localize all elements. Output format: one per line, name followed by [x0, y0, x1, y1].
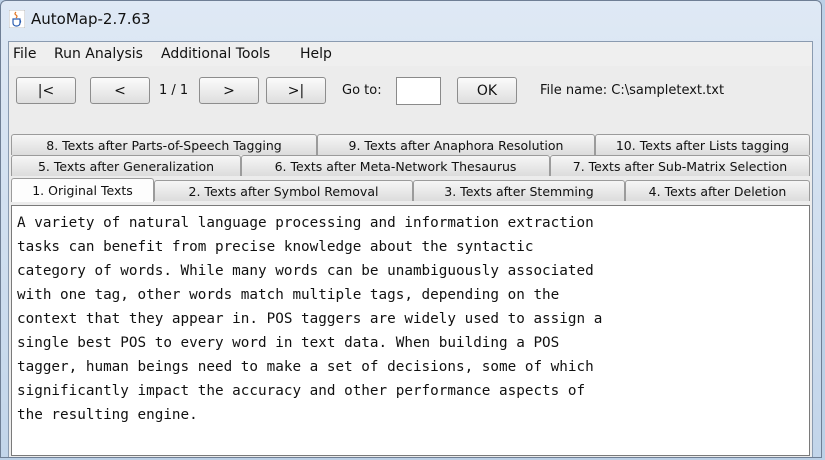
- tab-lists-tagging[interactable]: 10. Texts after Lists tagging: [595, 134, 810, 155]
- first-page-button[interactable]: |<: [16, 77, 76, 104]
- tab-generalization[interactable]: 5. Texts after Generalization: [11, 155, 241, 176]
- text-line: single best POS to every word in text da…: [17, 335, 560, 351]
- text-line: A variety of natural language processing…: [17, 215, 594, 231]
- navigation-toolbar: |< < 1 / 1 > >| Go to: OK File name: C:\…: [9, 72, 812, 112]
- menu-help[interactable]: Help: [300, 46, 332, 62]
- previous-page-button[interactable]: <: [90, 77, 150, 104]
- tab-deletion[interactable]: 4. Texts after Deletion: [625, 180, 810, 201]
- original-text: A variety of natural language processing…: [17, 211, 809, 427]
- tab-meta-network-thesaurus[interactable]: 6. Texts after Meta-Network Thesaurus: [241, 155, 550, 176]
- last-page-button[interactable]: >|: [266, 77, 326, 104]
- text-line: tasks can benefit from precise knowledge…: [17, 239, 534, 255]
- app-window: AutoMap-2.7.63 File Run Analysis Additio…: [0, 0, 822, 458]
- ok-button[interactable]: OK: [457, 77, 517, 104]
- tab-stemming[interactable]: 3. Texts after Stemming: [413, 180, 625, 201]
- menu-file[interactable]: File: [13, 46, 36, 62]
- goto-label: Go to:: [342, 83, 382, 98]
- goto-input[interactable]: [396, 77, 441, 105]
- text-line: significantly impact the accuracy and ot…: [17, 383, 586, 399]
- menu-bar: File Run Analysis Additional Tools Help: [9, 42, 812, 66]
- tab-original-texts[interactable]: 1. Original Texts: [11, 178, 154, 202]
- tab-symbol-removal[interactable]: 2. Texts after Symbol Removal: [154, 180, 413, 201]
- menu-run-analysis[interactable]: Run Analysis: [54, 46, 143, 62]
- file-name-label: File name: C:\sampletext.txt: [540, 83, 725, 98]
- text-line: the resulting engine.: [17, 407, 198, 423]
- tab-anaphora-resolution[interactable]: 9. Texts after Anaphora Resolution: [317, 134, 595, 155]
- title-bar[interactable]: AutoMap-2.7.63: [1, 1, 821, 41]
- next-page-button[interactable]: >: [199, 77, 259, 104]
- window-title: AutoMap-2.7.63: [31, 10, 151, 28]
- tab-sub-matrix-selection[interactable]: 7. Texts after Sub-Matrix Selection: [550, 155, 810, 176]
- java-cup-icon: [9, 10, 25, 28]
- menu-additional-tools[interactable]: Additional Tools: [161, 46, 270, 62]
- text-line: tagger, human beings need to make a set …: [17, 359, 594, 375]
- page-indicator: 1 / 1: [159, 83, 189, 98]
- text-line: context that they appear in. POS taggers…: [17, 311, 603, 327]
- text-line: with one tag, other words match multiple…: [17, 287, 560, 303]
- tab-pos-tagging[interactable]: 8. Texts after Parts-of-Speech Tagging: [11, 134, 317, 155]
- client-area: File Run Analysis Additional Tools Help …: [8, 41, 813, 457]
- text-line: category of words. While many words can …: [17, 263, 594, 279]
- text-content-area[interactable]: A variety of natural language processing…: [11, 205, 810, 456]
